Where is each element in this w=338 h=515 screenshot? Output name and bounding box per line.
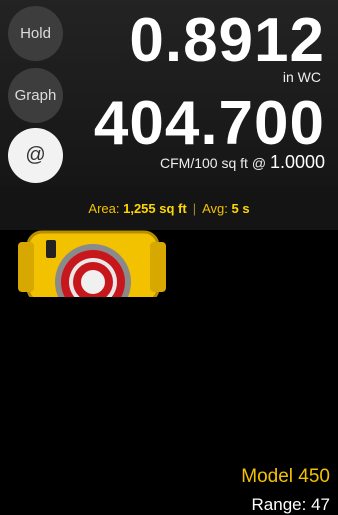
hold-button[interactable]: Hold (8, 6, 63, 61)
graph-button-label: Graph (14, 87, 57, 104)
range-row: Range: 47 (252, 495, 330, 515)
avg-label: Avg: (202, 200, 228, 216)
at-button-label: @ (25, 144, 46, 166)
pressure-unit: in WC (282, 69, 321, 85)
range-label: Range: (251, 495, 307, 514)
flow-exponent: 1.0000 (269, 152, 325, 172)
pressure-reading: 0.8912 (129, 6, 325, 75)
area-value: 1,255 sq ft (123, 200, 187, 216)
model-name: Model 450 (241, 466, 330, 487)
range-value: 47 (311, 495, 330, 514)
hold-button-label: Hold (20, 25, 51, 42)
flow-unit-row: CFM/100 sq ft @ 1.0000 (160, 152, 325, 173)
area-label: Area: (88, 200, 120, 216)
gauge-device-icon (18, 230, 166, 297)
info-bar[interactable]: Area: 1,255 sq ft | Avg: 5 s (0, 186, 338, 230)
info-separator: | (192, 200, 197, 216)
device-panel: Model 450 Range: 47 (0, 230, 338, 514)
flow-unit: CFM/100 sq ft @ (160, 155, 267, 171)
avg-value: 5 s (231, 200, 250, 216)
graph-button[interactable]: Graph (8, 68, 63, 123)
at-button[interactable]: @ (8, 128, 63, 183)
flow-reading: 404.700 (93, 89, 325, 158)
